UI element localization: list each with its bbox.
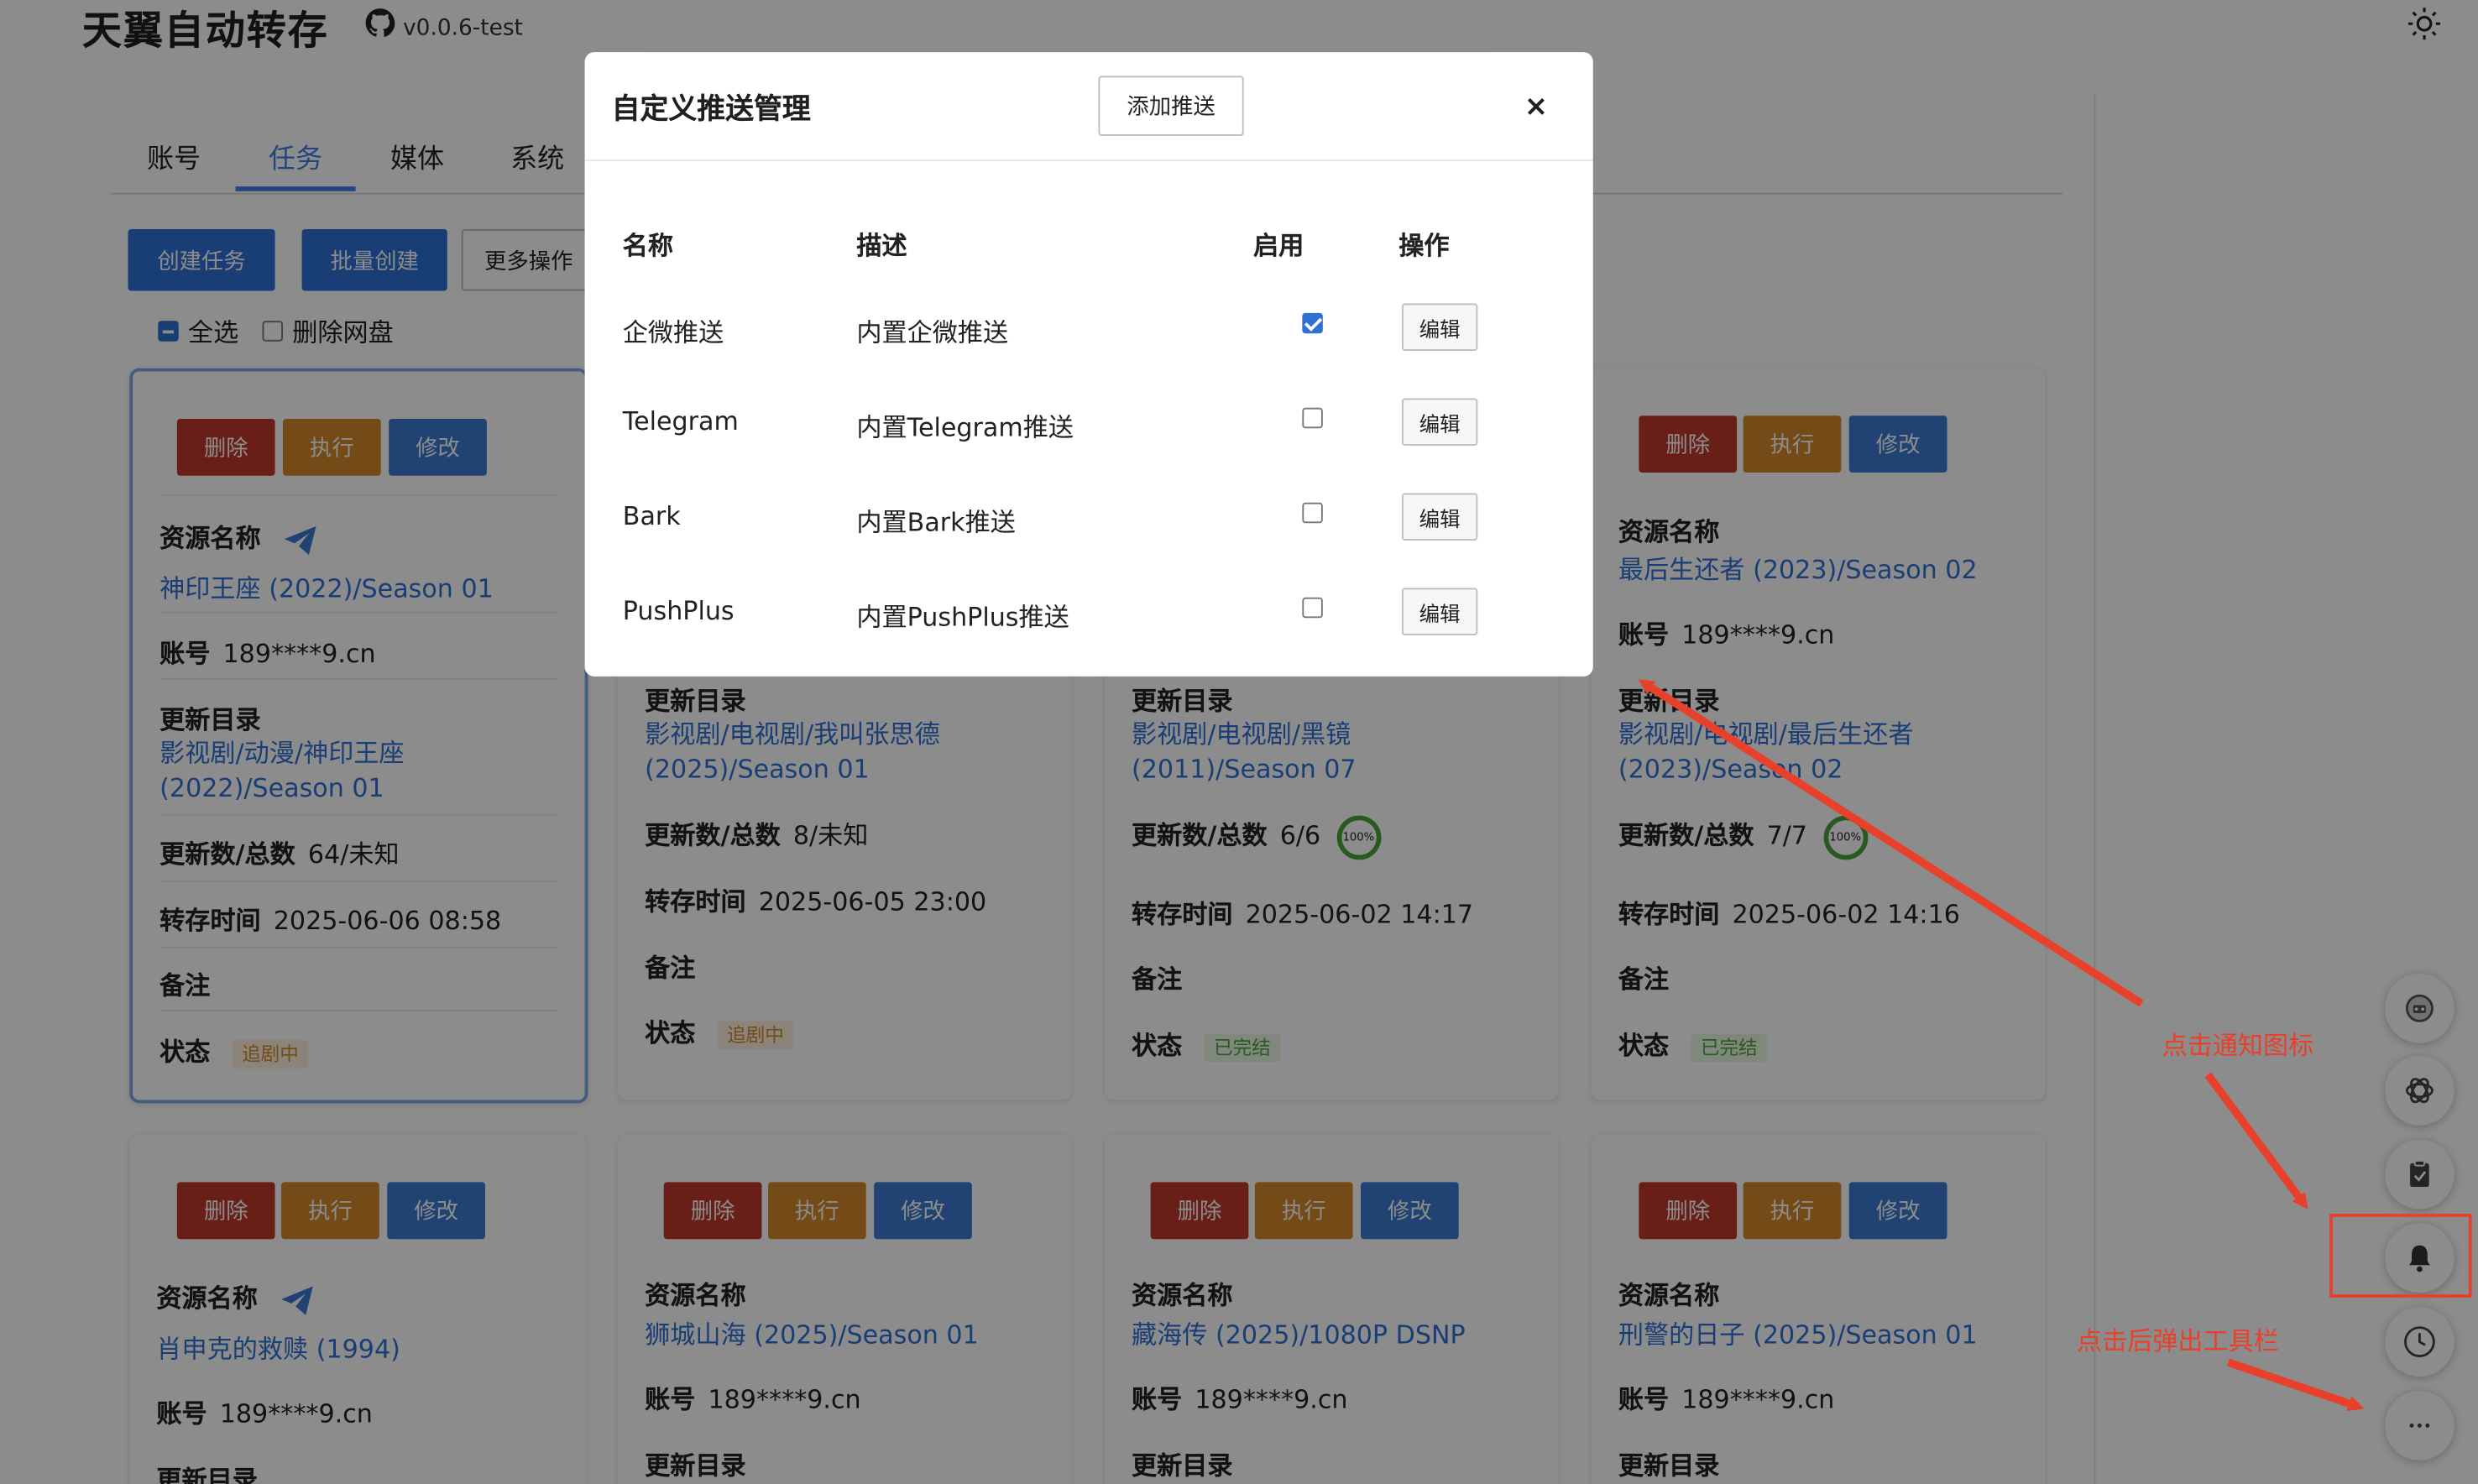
bell-highlight-box	[2329, 1214, 2472, 1298]
annotation-click-bell: 点击通知图标	[2162, 1030, 2314, 1061]
annotation-arrows	[1638, 679, 2365, 1412]
app-page: 天翼自动转存 v0.0.6-test 账号 任务 媒体 系统 创建任务 批量创建…	[0, 0, 2478, 1484]
annotation-toolbar-hint: 点击后弹出工具栏	[2076, 1325, 2279, 1356]
